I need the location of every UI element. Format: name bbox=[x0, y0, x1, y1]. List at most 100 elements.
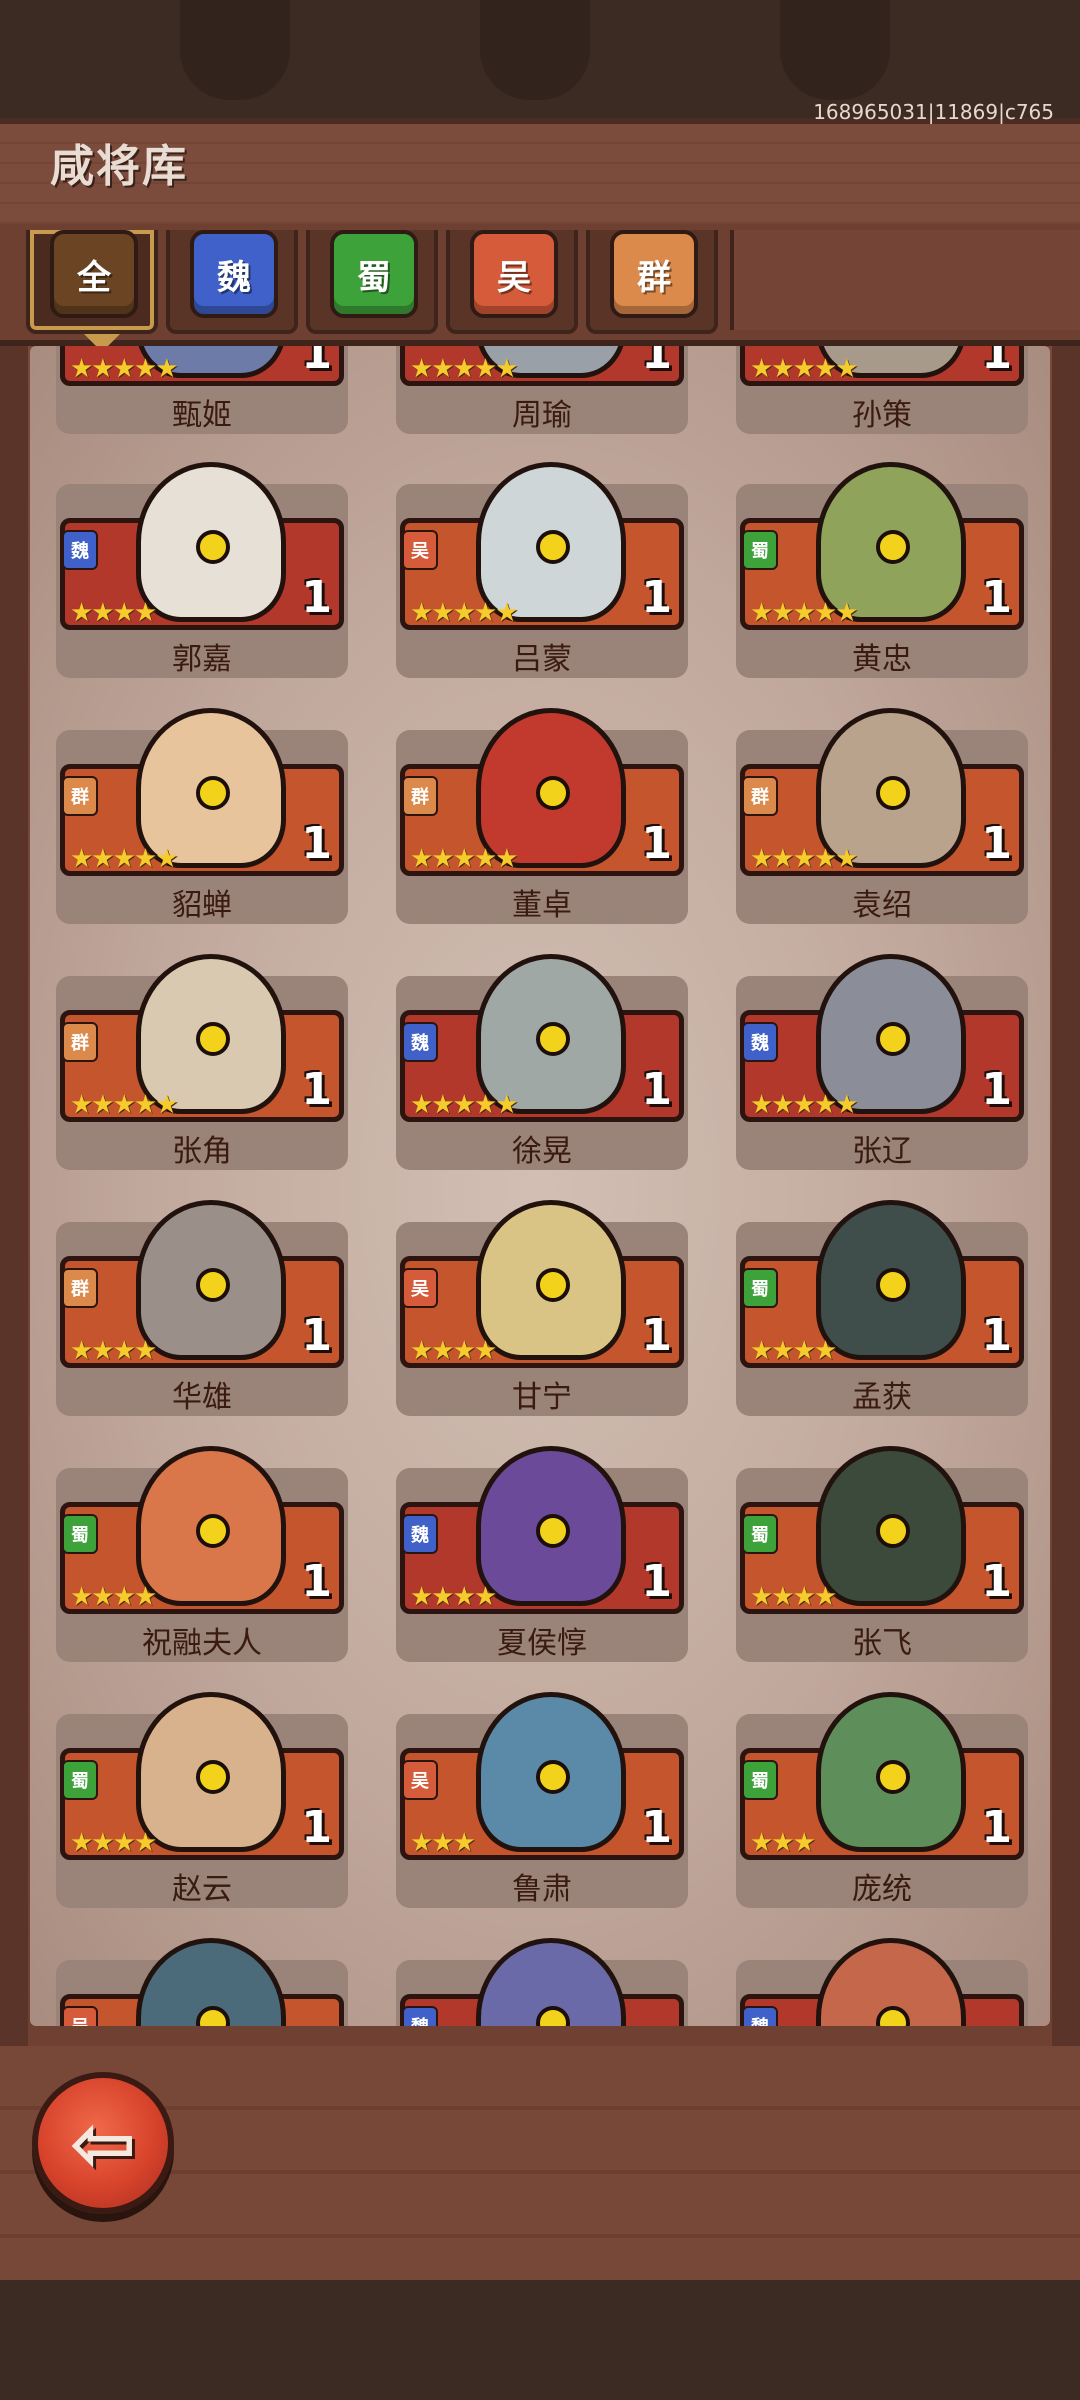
hero-level: 1 bbox=[301, 1064, 332, 1115]
decor bbox=[780, 0, 890, 100]
hero-level: 1 bbox=[981, 1802, 1012, 1853]
faction-badge: 吴 bbox=[402, 1268, 438, 1308]
star-rating: ★★★★★ bbox=[70, 844, 179, 874]
hero-eye-icon bbox=[196, 1268, 230, 1302]
faction-badge: 魏 bbox=[402, 1022, 438, 1062]
hero-level: 1 bbox=[981, 1310, 1012, 1361]
hero-card[interactable]: 魏 ★★★★★ 1 徐晃 bbox=[396, 952, 688, 1170]
hero-eye-icon bbox=[876, 1022, 910, 1056]
hero-card[interactable]: 魏 ★★★★ 1 夏侯惇 bbox=[396, 1444, 688, 1662]
hero-card[interactable]: 吴 ★★★ 1 鲁肃 bbox=[396, 1690, 688, 1908]
faction-badge: 魏 bbox=[742, 2006, 778, 2026]
star-rating: ★★★★★ bbox=[750, 1090, 859, 1120]
hero-card[interactable]: 群 ★★★★★ 1 董卓 bbox=[396, 706, 688, 924]
hero-card[interactable]: 群 ★★★★★ 1 貂蝉 bbox=[56, 706, 348, 924]
star-rating: ★★★★★ bbox=[70, 354, 179, 384]
hero-name: 张辽 bbox=[852, 1134, 912, 1169]
faction-badge: 群 bbox=[62, 776, 98, 816]
faction-badge: 蜀 bbox=[742, 530, 778, 570]
hero-level: 1 bbox=[981, 346, 1012, 379]
star-rating: ★★★★★ bbox=[70, 1090, 179, 1120]
hero-level: 1 bbox=[641, 1064, 672, 1115]
hero-level: 1 bbox=[301, 1802, 332, 1853]
tab-3[interactable]: 吴 bbox=[470, 230, 558, 318]
tab-bar-plank bbox=[730, 230, 1080, 330]
hero-eye-icon bbox=[876, 1760, 910, 1794]
star-rating: ★★★★ bbox=[750, 1336, 837, 1366]
hero-card[interactable]: 蜀 ★★★★ 1 赵云 bbox=[56, 1690, 348, 1908]
hero-name: 徐晃 bbox=[512, 1134, 572, 1169]
hero-level: 1 bbox=[641, 1310, 672, 1361]
star-rating: ★★★★★ bbox=[410, 1090, 519, 1120]
hero-level: 1 bbox=[301, 818, 332, 869]
back-button[interactable]: ⇦ bbox=[32, 2072, 174, 2214]
hero-level: 1 bbox=[981, 1556, 1012, 1607]
hero-name: 赵云 bbox=[172, 1872, 232, 1907]
faction-badge: 魏 bbox=[742, 1022, 778, 1062]
tab-4[interactable]: 群 bbox=[610, 230, 698, 318]
star-rating: ★★★★ bbox=[70, 598, 157, 628]
star-rating: ★★★★ bbox=[750, 1582, 837, 1612]
hero-name: 张角 bbox=[172, 1134, 232, 1169]
hero-level: 1 bbox=[301, 572, 332, 623]
hero-level: 1 bbox=[641, 1802, 672, 1853]
hero-name: 祝融夫人 bbox=[142, 1626, 262, 1661]
star-rating: ★★★★★ bbox=[750, 844, 859, 874]
hero-eye-icon bbox=[876, 1268, 910, 1302]
hero-card[interactable]: 群 ★★★★ 1 华雄 bbox=[56, 1198, 348, 1416]
hero-eye-icon bbox=[876, 776, 910, 810]
hero-card[interactable]: 蜀 ★★★★★ 1 黄忠 bbox=[736, 460, 1028, 678]
hero-card[interactable]: 蜀 ★★★★ 1 张飞 bbox=[736, 1444, 1028, 1662]
hero-card[interactable]: 吴 ★★★★★ 1 吕蒙 bbox=[396, 460, 688, 678]
hero-grid-panel[interactable]: ★★★★★ 1 甄姬 ★★★★★ 1 周瑜 ★★★★★ 1 孙策魏 ★★★★ 1 郭嘉吴 ★★★★★ 1 吕… bbox=[30, 346, 1050, 2026]
hero-name: 黄忠 bbox=[852, 642, 912, 677]
hero-eye-icon bbox=[876, 530, 910, 564]
page-title: 咸将库 bbox=[50, 141, 188, 192]
hero-card[interactable]: ★★★★★ 1 甄姬 bbox=[56, 346, 348, 434]
hero-level: 1 bbox=[641, 1556, 672, 1607]
hero-eye-icon bbox=[196, 1022, 230, 1056]
hero-card[interactable]: 魏 bbox=[736, 1936, 1028, 2026]
hero-eye-icon bbox=[536, 1514, 570, 1548]
tab-2[interactable]: 蜀 bbox=[330, 230, 418, 318]
hero-eye-icon bbox=[536, 1760, 570, 1794]
right-rail bbox=[1052, 346, 1080, 2046]
hero-card[interactable]: 群 ★★★★★ 1 张角 bbox=[56, 952, 348, 1170]
star-rating: ★★★ bbox=[750, 1828, 816, 1858]
hero-card[interactable]: 蜀 ★★★ 1 庞统 bbox=[736, 1690, 1028, 1908]
faction-badge: 吴 bbox=[402, 530, 438, 570]
hero-card[interactable]: 魏 ★★★★★ 1 张辽 bbox=[736, 952, 1028, 1170]
faction-badge: 蜀 bbox=[62, 1760, 98, 1800]
faction-badge: 蜀 bbox=[62, 1514, 98, 1554]
faction-badge: 蜀 bbox=[742, 1268, 778, 1308]
hero-level: 1 bbox=[981, 818, 1012, 869]
hero-card[interactable]: 魏 bbox=[396, 1936, 688, 2026]
hero-card[interactable]: ★★★★★ 1 周瑜 bbox=[396, 346, 688, 434]
faction-badge: 魏 bbox=[402, 1514, 438, 1554]
star-rating: ★★★★ bbox=[70, 1336, 157, 1366]
star-rating: ★★★★★ bbox=[410, 844, 519, 874]
hero-name: 甄姬 bbox=[172, 398, 232, 433]
hero-eye-icon bbox=[196, 530, 230, 564]
hero-name: 孙策 bbox=[852, 398, 912, 433]
hero-level: 1 bbox=[641, 572, 672, 623]
decor bbox=[480, 0, 590, 100]
tab-1[interactable]: 魏 bbox=[190, 230, 278, 318]
hero-name: 董卓 bbox=[512, 888, 572, 923]
hero-name: 郭嘉 bbox=[172, 642, 232, 677]
tab-0[interactable]: 全 bbox=[50, 230, 138, 318]
hero-card[interactable]: 群 ★★★★★ 1 袁绍 bbox=[736, 706, 1028, 924]
decor bbox=[180, 0, 290, 100]
hero-eye-icon bbox=[536, 776, 570, 810]
hero-card[interactable]: 吴 bbox=[56, 1936, 348, 2026]
hero-card[interactable]: 吴 ★★★★ 1 甘宁 bbox=[396, 1198, 688, 1416]
faction-badge: 群 bbox=[742, 776, 778, 816]
hero-card[interactable]: 蜀 ★★★★ 1 孟获 bbox=[736, 1198, 1028, 1416]
hero-level: 1 bbox=[981, 572, 1012, 623]
star-rating: ★★★ bbox=[410, 1828, 476, 1858]
hero-name: 吕蒙 bbox=[512, 642, 572, 677]
hero-card[interactable]: 魏 ★★★★ 1 郭嘉 bbox=[56, 460, 348, 678]
hero-card[interactable]: 蜀 ★★★★ 1 祝融夫人 bbox=[56, 1444, 348, 1662]
hero-card[interactable]: ★★★★★ 1 孙策 bbox=[736, 346, 1028, 434]
faction-badge: 吴 bbox=[62, 2006, 98, 2026]
